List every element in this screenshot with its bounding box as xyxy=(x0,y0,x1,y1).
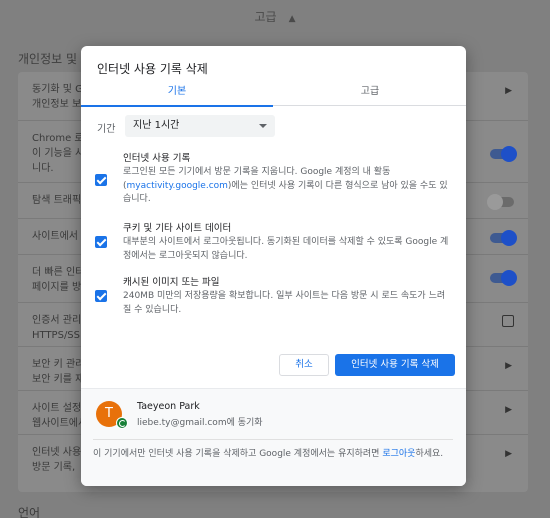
dialog-tabs: 기본 고급 xyxy=(81,82,466,107)
language-section-title: 언어 xyxy=(18,506,41,518)
option-cache: 캐시된 이미지 또는 파일 240MB 미만의 저장용량을 확보합니다. 일부 … xyxy=(95,276,455,322)
row-title: 더 빠른 인터 xyxy=(32,267,85,278)
row-title: 탐색 트래픽 xyxy=(32,195,82,206)
dialog-title: 인터넷 사용 기록 삭제 xyxy=(97,62,208,76)
myactivity-link[interactable]: myactivity.google.com xyxy=(127,181,228,191)
time-range-value: 지난 1시간 xyxy=(133,120,180,131)
option-description: 240MB 미만의 저장용량을 확보합니다. 일부 사이트는 다음 방문 시 로… xyxy=(123,291,446,315)
toggle-switch-on[interactable] xyxy=(490,146,517,162)
row-title: 인증서 관리 xyxy=(32,315,82,326)
account-section: T Taeyeon Park liebe.ty@gmail.com에 동기화 이… xyxy=(81,388,466,486)
row-title: 인터넷 사용 xyxy=(32,447,82,458)
note-text-end: 하세요. xyxy=(415,449,444,459)
option-description: 로그인된 모든 기기에서 방문 기록을 지웁니다. Google 계정의 내 활… xyxy=(123,166,453,207)
cookies-checkbox[interactable] xyxy=(95,236,107,248)
dropdown-arrow-icon xyxy=(259,124,267,128)
note-text: 이 기기에서만 인터넷 사용 기록을 삭제하고 Google 계정에서는 유지하… xyxy=(93,449,383,459)
row-subtitle: 개인정보 보 xyxy=(32,99,82,110)
clear-browsing-data-dialog: 인터넷 사용 기록 삭제 기본 고급 기간 지난 1시간 인터넷 사용 기록 로… xyxy=(81,46,466,486)
account-sync-status: liebe.ty@gmail.com에 동기화 xyxy=(137,418,263,428)
row-subtitle-2: 니다. xyxy=(32,163,54,174)
cancel-button[interactable]: 취소 xyxy=(279,354,329,376)
row-subtitle: HTTPS/SSL xyxy=(32,330,86,341)
advanced-label: 고급 xyxy=(254,10,277,24)
row-title: Chrome 로 xyxy=(32,133,84,144)
sign-out-note: 이 기기에서만 인터넷 사용 기록을 삭제하고 Google 계정에서는 유지하… xyxy=(93,447,455,461)
option-description: 대부분의 사이트에서 로그아웃됩니다. 동기화된 데이터를 삭제할 수 있도록 … xyxy=(123,237,449,261)
tab-basic[interactable]: 기본 xyxy=(81,82,273,107)
toggle-switch-off[interactable] xyxy=(487,194,514,210)
option-title: 캐시된 이미지 또는 파일 xyxy=(123,277,220,288)
browsing-history-checkbox[interactable] xyxy=(95,174,107,186)
divider xyxy=(93,439,453,440)
toggle-switch-on[interactable] xyxy=(490,230,517,246)
row-title: 동기화 및 G xyxy=(32,84,83,95)
account-name: Taeyeon Park xyxy=(137,401,200,412)
row-title: 사이트 설정 xyxy=(32,403,82,414)
clear-data-button[interactable]: 인터넷 사용 기록 삭제 xyxy=(335,354,455,376)
chevron-right-icon: ▶ xyxy=(505,361,512,371)
cache-checkbox[interactable] xyxy=(95,290,107,302)
option-browsing-history: 인터넷 사용 기록 로그인된 모든 기기에서 방문 기록을 지웁니다. Goog… xyxy=(95,152,455,212)
time-range-select[interactable]: 지난 1시간 xyxy=(125,115,275,137)
time-range-label: 기간 xyxy=(97,124,116,135)
open-in-new-icon xyxy=(502,315,514,327)
toggle-switch-on[interactable] xyxy=(490,270,517,286)
row-subtitle: 방문 기록, xyxy=(32,462,76,473)
row-title: 사이트에서 xyxy=(32,231,78,242)
chevron-right-icon: ▶ xyxy=(505,449,512,459)
option-title: 쿠키 및 기타 사이트 데이터 xyxy=(123,223,232,234)
row-subtitle: 보안 키를 재 xyxy=(32,374,85,385)
option-title: 인터넷 사용 기록 xyxy=(123,153,191,164)
row-subtitle: 웹사이트에서 xyxy=(32,418,88,429)
chevron-right-icon: ▶ xyxy=(505,86,512,96)
row-subtitle: 이 기능을 사 xyxy=(32,148,85,159)
sign-out-link[interactable]: 로그아웃 xyxy=(382,449,415,459)
chevron-right-icon: ▶ xyxy=(505,405,512,415)
advanced-section-header[interactable]: 고급 ▲ xyxy=(0,8,550,25)
option-cookies: 쿠키 및 기타 사이트 데이터 대부분의 사이트에서 로그아웃됩니다. 동기화된… xyxy=(95,222,455,268)
row-title: 보안 키 관리 xyxy=(32,359,85,370)
sync-icon xyxy=(116,417,128,429)
chevron-up-icon: ▲ xyxy=(288,14,296,24)
row-subtitle: 페이지를 방 xyxy=(32,282,82,293)
tab-advanced[interactable]: 고급 xyxy=(274,82,466,106)
